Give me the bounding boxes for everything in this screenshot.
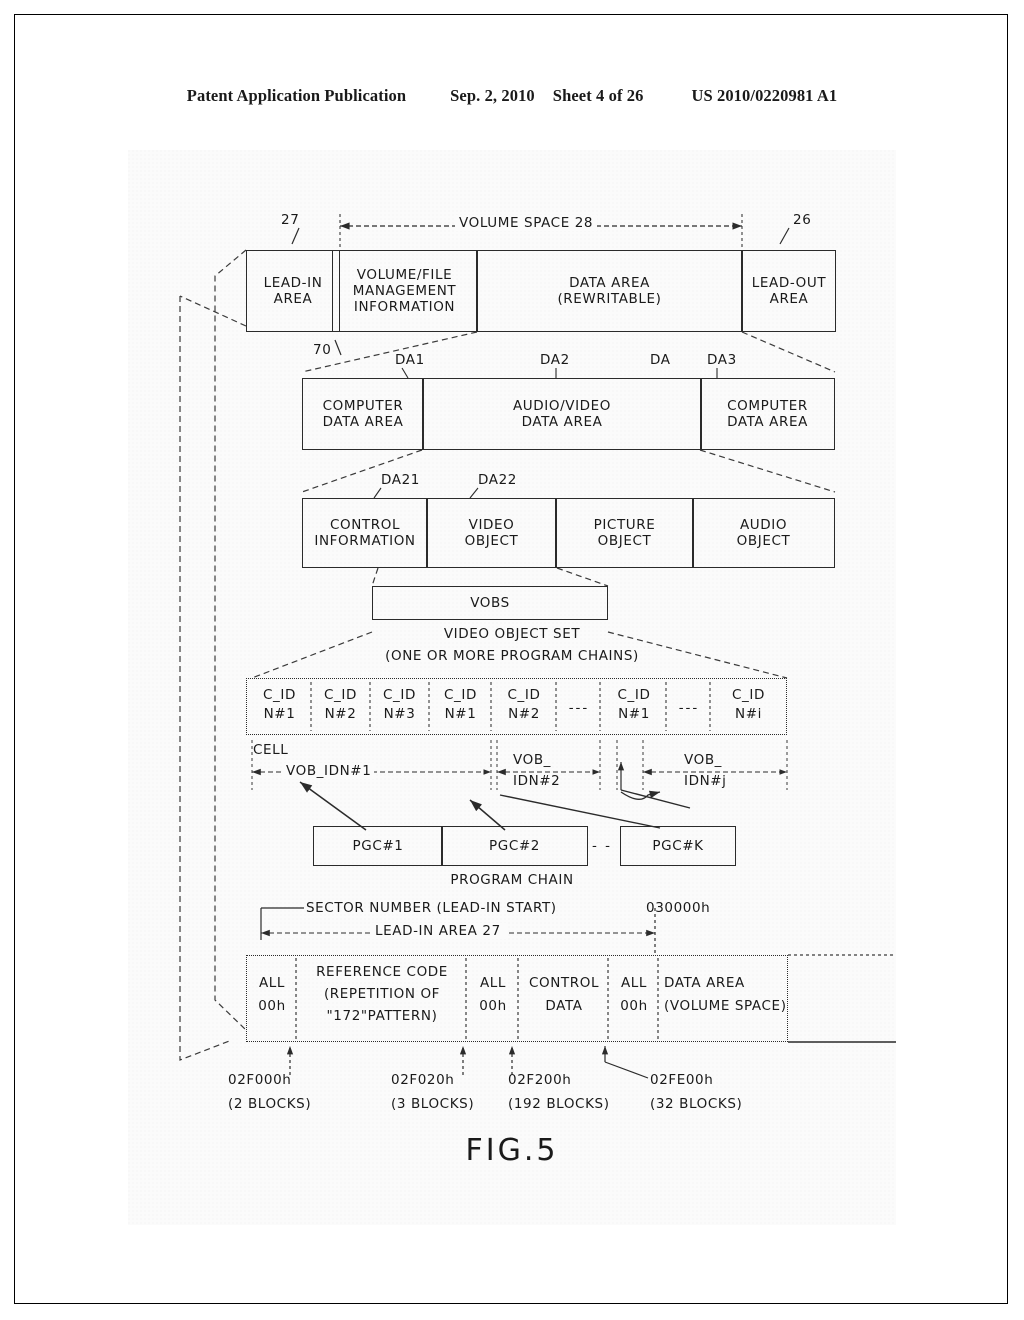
tbl-all-2-l2: 00h	[479, 998, 507, 1014]
marker-1-address: 02F020h	[391, 1072, 455, 1088]
tbl-control-l1: CONTROL	[528, 975, 600, 991]
marker-1-blocks: (3 BLOCKS)	[391, 1096, 475, 1112]
marker-0-blocks: (2 BLOCKS)	[228, 1096, 312, 1112]
tbl-all-1-l1: ALL	[258, 975, 286, 991]
tbl-dataarea-l1: DATA AREA	[664, 975, 745, 991]
marker-0-address: 02F000h	[228, 1072, 292, 1088]
tbl-dataarea-l2: (VOLUME SPACE)	[664, 998, 787, 1014]
tbl-all-1-l2: 00h	[258, 998, 286, 1014]
marker-2-blocks: (192 BLOCKS)	[508, 1096, 610, 1112]
tbl-refcode-l1: REFERENCE CODE	[316, 964, 448, 980]
marker-3-address: 02FE00h	[650, 1072, 714, 1088]
tbl-all-3-l1: ALL	[620, 975, 648, 991]
tbl-all-2-l1: ALL	[479, 975, 507, 991]
marker-2-address: 02F200h	[508, 1072, 572, 1088]
tbl-refcode-l2: (REPETITION OF	[323, 986, 441, 1002]
tbl-refcode-l3: "172"PATTERN)	[326, 1008, 438, 1024]
tbl-control-l2: DATA	[545, 998, 583, 1014]
figure-caption: FIG.5	[465, 1133, 559, 1168]
lead-in-table-separators	[295, 958, 659, 1039]
marker-3-blocks: (32 BLOCKS)	[650, 1096, 743, 1112]
tbl-all-3-l2: 00h	[620, 998, 648, 1014]
